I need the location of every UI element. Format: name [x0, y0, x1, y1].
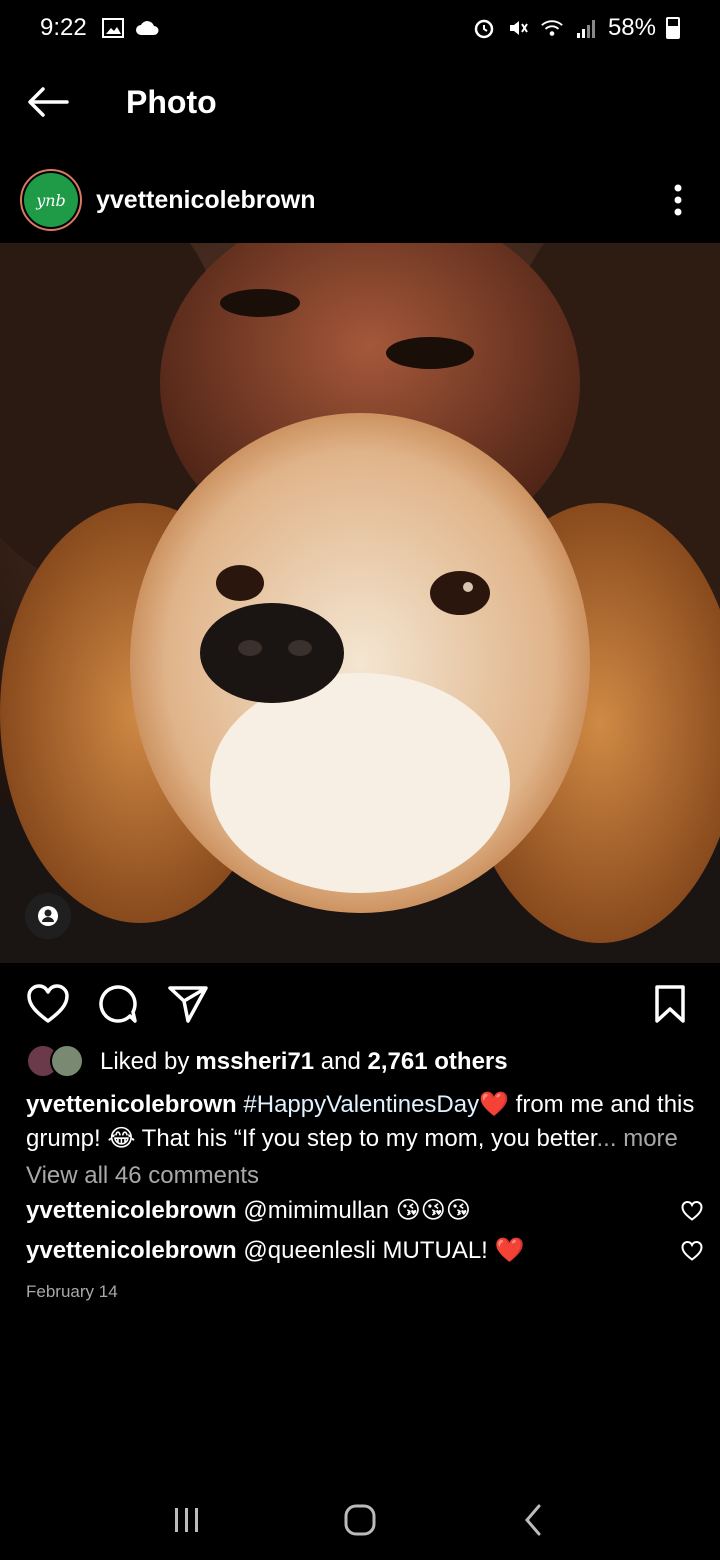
photo-image: [0, 243, 720, 963]
caption-hashtag[interactable]: #HappyValentinesDay: [243, 1091, 479, 1118]
chevron-left-icon: [525, 1504, 541, 1536]
comment-like-button[interactable]: [678, 1237, 706, 1265]
home-icon: [344, 1504, 376, 1536]
wifi-icon: [540, 16, 564, 40]
comment-emoji: 😘😘😘: [395, 1197, 471, 1224]
page-title: Photo: [126, 83, 217, 120]
battery-percent: 58%: [607, 14, 656, 41]
home-button[interactable]: [330, 1490, 390, 1550]
system-nav-bar: [0, 1480, 720, 1560]
like-button[interactable]: [24, 980, 72, 1028]
likes-prefix: Liked by: [100, 1048, 190, 1075]
comment-body: @mimimullan: [243, 1197, 390, 1224]
person-icon: [38, 906, 58, 926]
status-bar: 9:22 58%: [0, 0, 720, 56]
liker-avatars: [26, 1044, 88, 1080]
status-right: 58%: [472, 14, 680, 42]
comment-row: yvettenicolebrown @mimimullan 😘😘😘: [26, 1196, 703, 1225]
post-header: ynb yvettenicolebrown: [0, 160, 720, 240]
comment-username[interactable]: yvettenicolebrown: [26, 1197, 237, 1224]
caption-ellipsis: ...: [596, 1125, 617, 1152]
post-actions: [0, 968, 720, 1040]
comment-like-button[interactable]: [678, 1197, 706, 1225]
share-button[interactable]: [164, 980, 212, 1028]
caption-more-link[interactable]: more: [617, 1125, 678, 1152]
alarm-icon: [472, 16, 496, 40]
comment-button[interactable]: [94, 980, 142, 1028]
mute-icon: [506, 16, 530, 40]
battery-icon: [666, 17, 680, 39]
post-photo[interactable]: [0, 243, 720, 963]
view-all-comments-link[interactable]: View all 46 comments: [26, 1162, 259, 1190]
comment-text: yvettenicolebrown @queenlesli MUTUAL! ❤️: [26, 1236, 678, 1265]
avatar[interactable]: ynb: [20, 169, 82, 231]
back-nav-button[interactable]: [503, 1490, 563, 1550]
cloud-icon: [135, 16, 159, 40]
more-options-button[interactable]: [648, 170, 708, 230]
liker-avatar: [50, 1044, 84, 1078]
heart-icon: [27, 984, 69, 1023]
caption-username[interactable]: yvettenicolebrown: [26, 1091, 237, 1118]
recent-apps-button[interactable]: [157, 1490, 217, 1550]
status-time: 9:22: [40, 14, 87, 41]
top-app-bar: Photo: [0, 60, 720, 144]
arrow-left-icon: [28, 87, 69, 117]
likes-count[interactable]: 2,761 others: [368, 1048, 508, 1076]
post-username[interactable]: yvettenicolebrown: [96, 186, 316, 215]
likes-summary[interactable]: Liked by mssheri71 and 2,761 others: [26, 1044, 508, 1080]
status-left-icons: [101, 16, 159, 40]
image-icon: [101, 16, 125, 40]
signal-icon: [574, 16, 598, 40]
save-button[interactable]: [646, 980, 694, 1028]
likes-middle: and: [314, 1048, 368, 1075]
comment-emoji: ❤️: [494, 1237, 525, 1264]
recent-apps-icon: [174, 1508, 198, 1532]
comment-icon: [99, 985, 137, 1023]
heart-icon: [681, 1240, 703, 1261]
bookmark-icon: [655, 985, 685, 1023]
laugh-emoji: 😂: [107, 1125, 136, 1152]
post-date: February 14: [26, 1282, 118, 1301]
likes-user[interactable]: mssheri71: [195, 1048, 314, 1076]
comment-text: yvettenicolebrown @mimimullan 😘😘😘: [26, 1196, 678, 1225]
paper-plane-icon: [168, 986, 208, 1023]
heart-icon: [681, 1200, 703, 1221]
caption-text-2: That his “If you step to my mom, you bet…: [135, 1125, 597, 1152]
comment-body: @queenlesli MUTUAL!: [243, 1237, 488, 1264]
avatar-logo: ynb: [24, 173, 78, 227]
post-caption: yvettenicolebrown #HappyValentinesDay❤️ …: [26, 1088, 696, 1156]
heart-emoji: ❤️: [479, 1091, 509, 1118]
comment-username[interactable]: yvettenicolebrown: [26, 1237, 237, 1264]
vertical-ellipsis-icon: [674, 184, 682, 216]
comment-row: yvettenicolebrown @queenlesli MUTUAL! ❤️: [26, 1236, 703, 1265]
tagged-people-button[interactable]: [25, 893, 71, 939]
back-button[interactable]: [0, 60, 96, 144]
